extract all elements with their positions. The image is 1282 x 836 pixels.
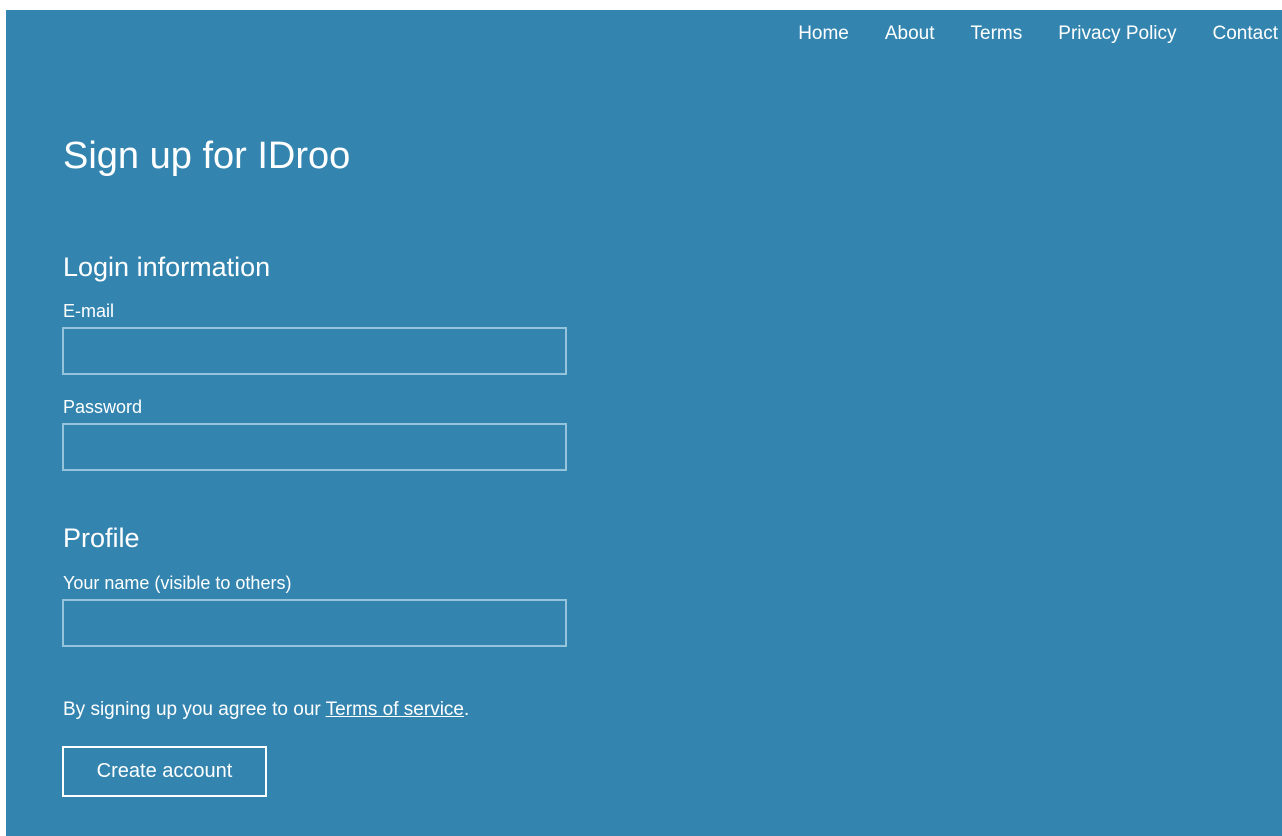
page-title: Sign up for IDroo <box>63 135 351 177</box>
terms-agreement-text: By signing up you agree to our Terms of … <box>63 698 469 722</box>
top-navigation: Home About Terms Privacy Policy Contact <box>762 22 1278 46</box>
nav-link-privacy-policy[interactable]: Privacy Policy <box>1058 22 1176 46</box>
email-label: E-mail <box>63 301 115 321</box>
nav-link-about[interactable]: About <box>885 22 935 46</box>
terms-of-service-link[interactable]: Terms of service <box>326 699 464 720</box>
name-field[interactable] <box>62 599 567 647</box>
nav-link-home[interactable]: Home <box>798 22 849 46</box>
terms-agreement-suffix: . <box>463 699 470 720</box>
login-information-heading: Login information <box>63 252 271 282</box>
signup-page: Home About Terms Privacy Policy Contact … <box>6 10 1282 836</box>
name-label: Your name (visible to others) <box>63 573 292 593</box>
profile-heading: Profile <box>63 523 140 553</box>
password-label: Password <box>63 397 143 417</box>
nav-link-terms[interactable]: Terms <box>971 22 1023 46</box>
password-field[interactable] <box>62 423 567 471</box>
create-account-button[interactable]: Create account <box>62 746 267 797</box>
email-field[interactable] <box>62 327 567 375</box>
terms-agreement-prefix: By signing up you agree to our <box>63 699 326 720</box>
nav-link-contact[interactable]: Contact <box>1213 22 1278 46</box>
